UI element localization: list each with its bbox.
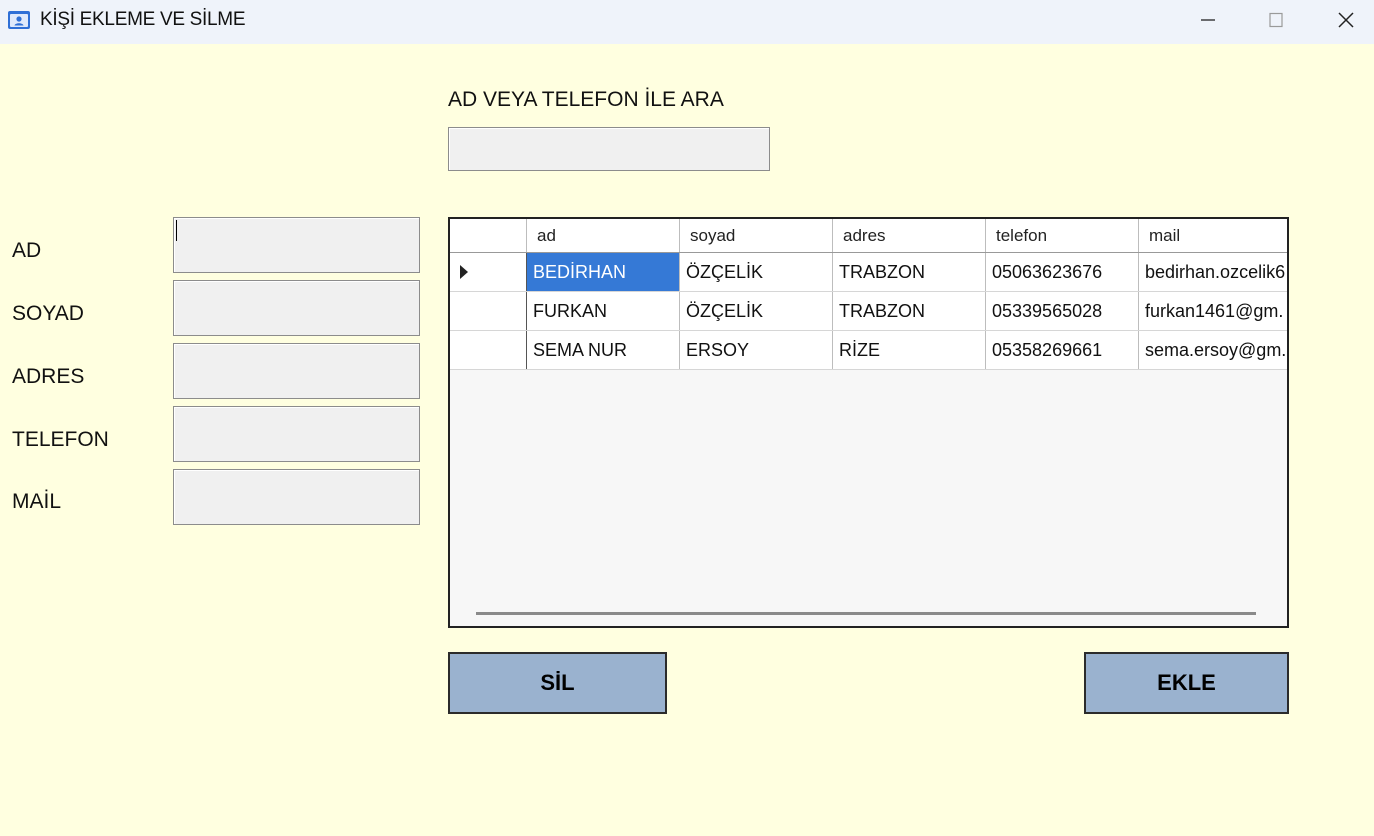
maximize-icon	[1269, 12, 1283, 28]
table-row[interactable]: FURKAN ÖZÇELİK TRABZON 05339565028 furka…	[450, 292, 1287, 331]
text-caret	[176, 220, 177, 241]
grid-cell[interactable]: ÖZÇELİK	[680, 253, 833, 291]
column-header-ad[interactable]: ad	[527, 219, 680, 252]
adres-label: ADRES	[12, 365, 85, 388]
ad-input[interactable]	[173, 217, 420, 273]
table-row[interactable]: BEDİRHAN ÖZÇELİK TRABZON 05063623676 bed…	[450, 253, 1287, 292]
row-header-corner[interactable]	[450, 219, 527, 252]
grid-cell[interactable]: ERSOY	[680, 331, 833, 369]
grid-header-row: ad soyad adres telefon mail	[450, 219, 1287, 253]
column-header-mail[interactable]: mail	[1139, 219, 1285, 252]
grid-cell[interactable]: 05063623676	[986, 253, 1139, 291]
grid-cell[interactable]: FURKAN	[527, 292, 680, 330]
mail-label: MAİL	[12, 490, 62, 513]
horizontal-scrollbar[interactable]	[476, 612, 1256, 615]
grid-cell[interactable]: SEMA NUR	[527, 331, 680, 369]
grid-cell[interactable]: RİZE	[833, 331, 986, 369]
search-input[interactable]	[448, 127, 770, 171]
minimize-button[interactable]	[1178, 0, 1238, 40]
close-icon	[1338, 12, 1354, 28]
soyad-label: SOYAD	[12, 302, 84, 325]
add-button[interactable]: EKLE	[1084, 652, 1289, 714]
mail-input[interactable]	[173, 469, 420, 525]
telefon-label: TELEFON	[12, 428, 109, 451]
search-label: AD VEYA TELEFON İLE ARA	[448, 88, 724, 111]
contacts-grid[interactable]: ad soyad adres telefon mail BEDİRHAN ÖZÇ…	[448, 217, 1289, 628]
grid-cell[interactable]: bedirhan.ozcelik6...	[1139, 253, 1285, 291]
maximize-button[interactable]	[1246, 0, 1306, 40]
grid-cell[interactable]: ÖZÇELİK	[680, 292, 833, 330]
row-header[interactable]	[450, 253, 527, 291]
soyad-input[interactable]	[173, 280, 420, 336]
ad-label: AD	[12, 239, 42, 262]
grid-cell[interactable]: TRABZON	[833, 292, 986, 330]
column-header-soyad[interactable]: soyad	[680, 219, 833, 252]
close-button[interactable]	[1316, 0, 1374, 40]
table-row[interactable]: SEMA NUR ERSOY RİZE 05358269661 sema.ers…	[450, 331, 1287, 370]
delete-button[interactable]: SİL	[448, 652, 667, 714]
column-header-adres[interactable]: adres	[833, 219, 986, 252]
grid-cell[interactable]: sema.ersoy@gm....	[1139, 331, 1285, 369]
minimize-icon	[1201, 19, 1215, 21]
title-bar: KİŞİ EKLEME VE SİLME	[0, 0, 1374, 44]
column-header-telefon[interactable]: telefon	[986, 219, 1139, 252]
window-title: KİŞİ EKLEME VE SİLME	[40, 9, 246, 30]
row-header[interactable]	[450, 331, 527, 369]
row-header[interactable]	[450, 292, 527, 330]
adres-input[interactable]	[173, 343, 420, 399]
grid-cell[interactable]: furkan1461@gm...	[1139, 292, 1285, 330]
telefon-input[interactable]	[173, 406, 420, 462]
grid-cell[interactable]: 05339565028	[986, 292, 1139, 330]
current-row-arrow-icon	[460, 265, 468, 279]
grid-cell[interactable]: TRABZON	[833, 253, 986, 291]
contacts-folder-icon	[8, 11, 30, 29]
grid-cell[interactable]: BEDİRHAN	[527, 253, 680, 291]
grid-cell[interactable]: 05358269661	[986, 331, 1139, 369]
